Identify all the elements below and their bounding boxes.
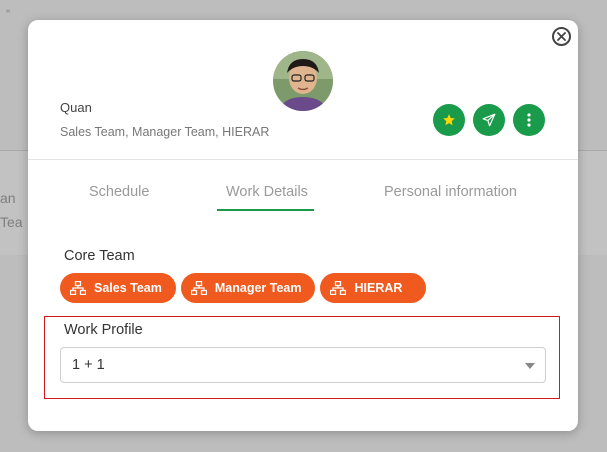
team-chip-sales-team[interactable]: Sales Team [60,273,176,303]
team-chip-manager-team[interactable]: Manager Team [180,273,316,303]
send-icon [482,113,496,127]
favorite-button[interactable] [433,104,465,136]
avatar [273,51,333,111]
action-buttons [433,104,545,136]
profile-modal: Quan Sales Team, Manager Team, HIERAR Sc… [28,20,578,431]
tab-work-details[interactable]: Work Details [226,184,308,200]
close-button[interactable] [552,27,571,46]
team-chip-label: HIERAR [354,281,403,295]
more-options-button[interactable] [513,104,545,136]
core-team-chips: Sales Team Manager Team HIERAR [60,273,427,303]
tab-schedule[interactable]: Schedule [89,184,149,200]
send-message-button[interactable] [473,104,505,136]
active-tab-indicator [217,209,314,211]
background-top-fragment: „ [6,0,10,14]
org-chart-icon [190,281,207,295]
tab-personal-information[interactable]: Personal information [384,184,517,200]
header-divider [28,159,578,160]
chevron-down-icon [525,363,535,369]
work-profile-select[interactable]: 1 + 1 [60,347,546,383]
close-circle-icon [557,32,566,41]
star-icon [443,114,455,126]
team-chip-hierar[interactable]: HIERAR [320,273,427,303]
background-row-text-1: an [0,190,16,206]
work-profile-selected-value: 1 + 1 [72,357,105,373]
work-profile-label: Work Profile [64,322,143,338]
team-chip-label: Manager Team [214,281,302,295]
more-vertical-icon [527,113,531,127]
core-team-label: Core Team [64,248,135,264]
org-chart-icon [330,281,347,295]
org-chart-icon [70,281,86,295]
user-name: Quan [60,100,92,115]
background-row-text-2: Tea [0,214,23,230]
team-chip-label: Sales Team [94,281,162,295]
user-teams: Sales Team, Manager Team, HIERAR [60,125,270,139]
